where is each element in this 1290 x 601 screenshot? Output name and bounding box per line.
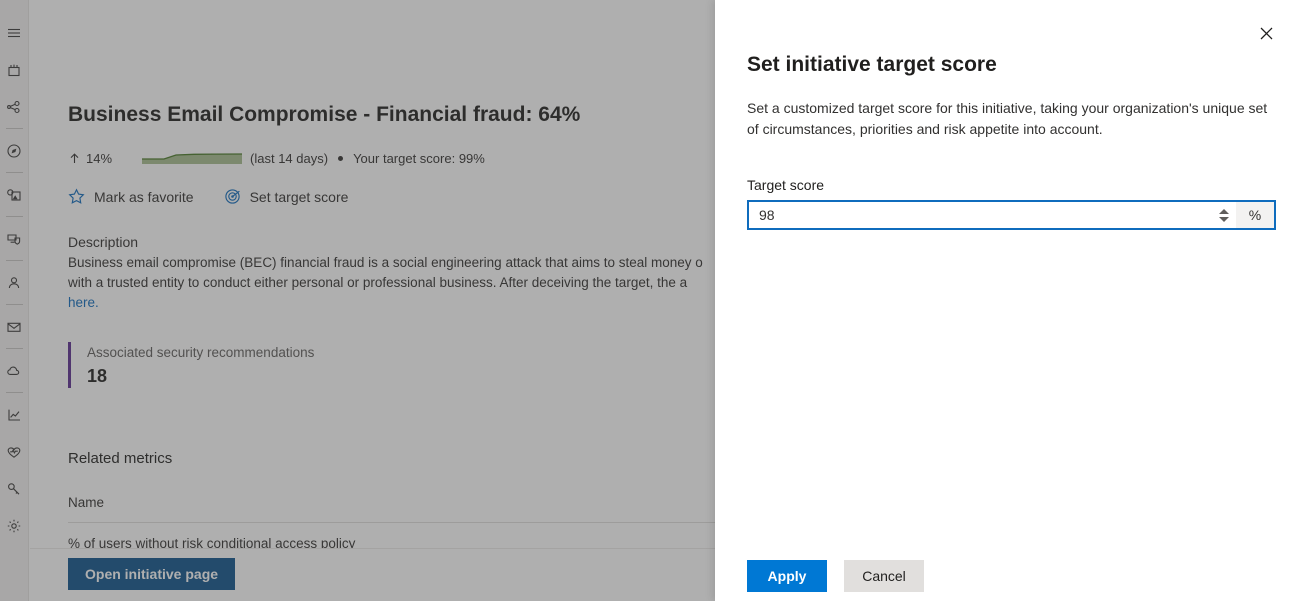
cloud-icon[interactable] [0,352,29,389]
panel-title: Set initiative target score [747,53,997,76]
description-line-1: Business email compromise (BEC) financia… [68,255,703,270]
app-backdrop: Business Email Compromise - Financial fr… [0,0,715,601]
image-search-icon[interactable] [0,176,29,213]
initiative-detail-content: Business Email Compromise - Financial fr… [30,0,715,601]
mark-as-favorite-button[interactable]: Mark as favorite [68,188,194,205]
set-target-score-panel: Set initiative target score Set a custom… [715,0,1290,601]
set-target-score-label: Set target score [249,188,349,205]
star-icon [68,188,85,205]
panel-description: Set a customized target score for this i… [747,100,1268,137]
separator-dot [338,155,344,161]
associated-recommendations-card: Associated security recommendations 18 [68,342,314,388]
panel-actions: Apply Cancel [747,560,924,592]
quick-actions: Mark as favorite Set target score [68,188,378,205]
trend-period: (last 14 days) [250,150,329,166]
rail-divider [5,304,23,305]
mark-as-favorite-label: Mark as favorite [94,188,194,205]
trend-percent: 14% [86,150,113,166]
trend-summary: 14% (last 14 days) Your target score: 99… [68,150,485,166]
target-icon [224,188,241,205]
content-footer: Open initiative page [30,548,715,601]
target-score-label: Target score [747,177,825,193]
chart-line-icon[interactable] [0,396,29,433]
rail-divider [5,392,23,393]
device-shield-icon[interactable] [0,220,29,257]
up-arrow-icon [68,152,81,165]
compass-icon[interactable] [0,132,29,169]
home-icon[interactable] [0,51,29,88]
stepper-up-icon[interactable] [1219,208,1229,214]
rail-divider [5,348,23,349]
rail-divider [5,260,23,261]
gear-icon[interactable] [0,507,29,544]
key-icon[interactable] [0,470,29,507]
person-icon[interactable] [0,264,29,301]
heart-pulse-icon[interactable] [0,433,29,470]
set-target-score-button[interactable]: Set target score [224,188,349,205]
target-score-field: % [747,200,1276,230]
stepper-down-icon[interactable] [1219,216,1229,222]
rail-divider [5,216,23,217]
icon-rail [0,0,29,601]
description-body: Business email compromise (BEC) financia… [68,253,715,313]
associated-recommendations-label: Associated security recommendations [87,345,315,360]
hamburger-menu-icon[interactable] [0,14,29,51]
target-score-stepper[interactable] [1212,202,1236,228]
associated-recommendations-value: 18 [87,366,108,386]
percent-suffix: % [1236,202,1274,228]
share-nodes-icon[interactable] [0,88,29,125]
close-icon[interactable] [1249,16,1283,50]
description-line-2: with a trusted entity to conduct either … [68,275,688,290]
trend-sparkline [142,153,243,164]
rail-divider [5,128,23,129]
description-heading: Description [68,234,139,250]
open-initiative-page-button[interactable]: Open initiative page [68,558,236,590]
target-score-text: Your target score: 99% [353,150,485,166]
target-score-input[interactable] [749,202,1212,228]
table-header-name: Name [68,495,105,510]
description-learn-more-link[interactable]: here. [68,295,99,310]
page-title: Business Email Compromise - Financial fr… [68,103,581,126]
rail-divider [5,172,23,173]
mail-icon[interactable] [0,308,29,345]
related-metrics-heading: Related metrics [68,450,173,467]
apply-button[interactable]: Apply [747,560,827,592]
cancel-button[interactable]: Cancel [844,560,924,592]
table-header-divider [68,522,715,523]
